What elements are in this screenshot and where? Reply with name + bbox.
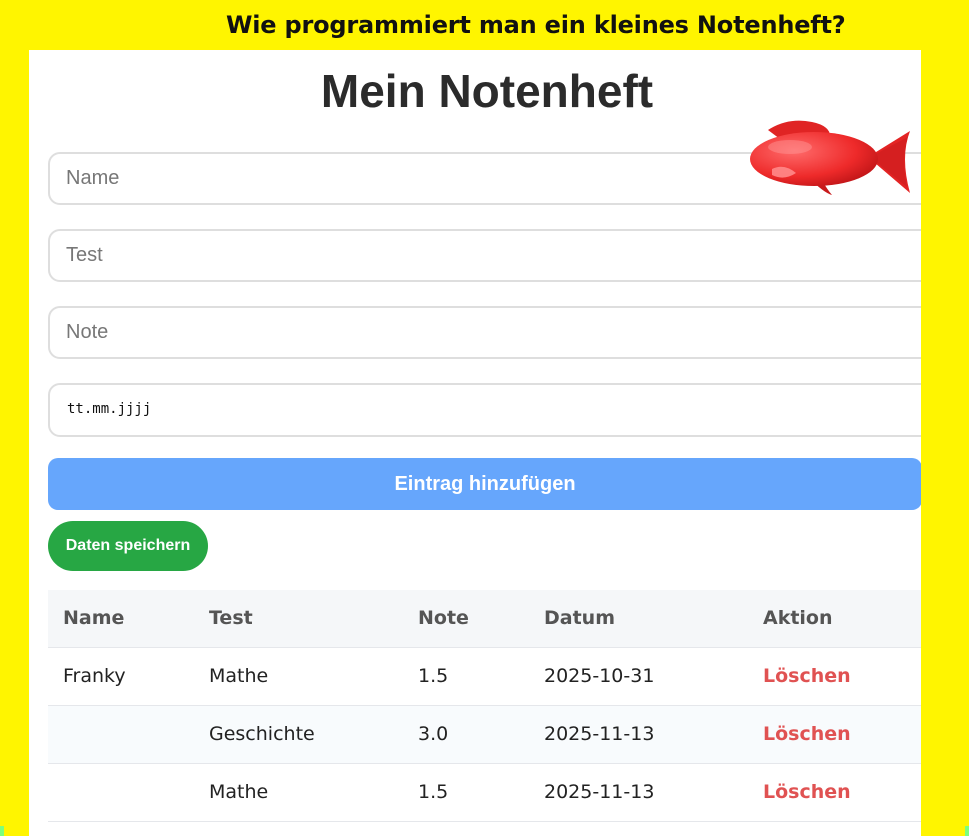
cell-test: Geschichte bbox=[209, 723, 315, 745]
cell-note: 1.5 bbox=[418, 665, 449, 687]
delete-button[interactable]: Löschen bbox=[763, 648, 851, 705]
table-row: Mathe 1.5 2025-11-13 Löschen bbox=[48, 764, 921, 822]
table-header-row: Name Test Note Datum Aktion bbox=[48, 590, 921, 648]
cell-test: Mathe bbox=[209, 665, 269, 687]
grade-field-box bbox=[48, 306, 921, 359]
date-input[interactable]: tt.mm.jjjj bbox=[48, 383, 921, 437]
grades-table: Name Test Note Datum Aktion Franky Mathe… bbox=[48, 590, 921, 822]
header-action: Aktion bbox=[763, 607, 833, 629]
header-test: Test bbox=[209, 607, 253, 629]
page-title: Mein Notenheft bbox=[320, 65, 654, 117]
header-name: Name bbox=[63, 607, 125, 629]
cell-name: Franky bbox=[63, 665, 126, 687]
header-note: Note bbox=[418, 607, 469, 629]
edge-strip-right bbox=[965, 826, 969, 836]
table-row: Franky Mathe 1.5 2025-10-31 Löschen bbox=[48, 648, 921, 706]
cell-date: 2025-11-13 bbox=[544, 781, 655, 803]
cell-test: Mathe bbox=[209, 781, 269, 803]
top-banner: Wie programmiert man ein kleines Notenhe… bbox=[0, 0, 969, 50]
cell-note: 1.5 bbox=[418, 781, 449, 803]
save-data-button[interactable]: Daten speichern bbox=[48, 521, 208, 571]
cell-note: 3.0 bbox=[418, 723, 449, 745]
test-input[interactable] bbox=[50, 231, 921, 280]
table-row: Geschichte 3.0 2025-11-13 Löschen bbox=[48, 706, 921, 764]
date-placeholder: tt.mm.jjjj bbox=[67, 401, 152, 417]
delete-button[interactable]: Löschen bbox=[763, 764, 851, 821]
cell-date: 2025-11-13 bbox=[544, 723, 655, 745]
delete-button[interactable]: Löschen bbox=[763, 706, 851, 763]
cell-date: 2025-10-31 bbox=[544, 665, 655, 687]
grade-input[interactable] bbox=[50, 308, 921, 357]
add-entry-button[interactable]: Eintrag hinzufügen bbox=[48, 458, 921, 510]
header-date: Datum bbox=[544, 607, 615, 629]
test-field-box bbox=[48, 229, 921, 282]
red-fish-icon bbox=[750, 120, 910, 195]
banner-title: Wie programmiert man ein kleines Notenhe… bbox=[226, 11, 846, 39]
edge-strip-left bbox=[0, 826, 4, 836]
